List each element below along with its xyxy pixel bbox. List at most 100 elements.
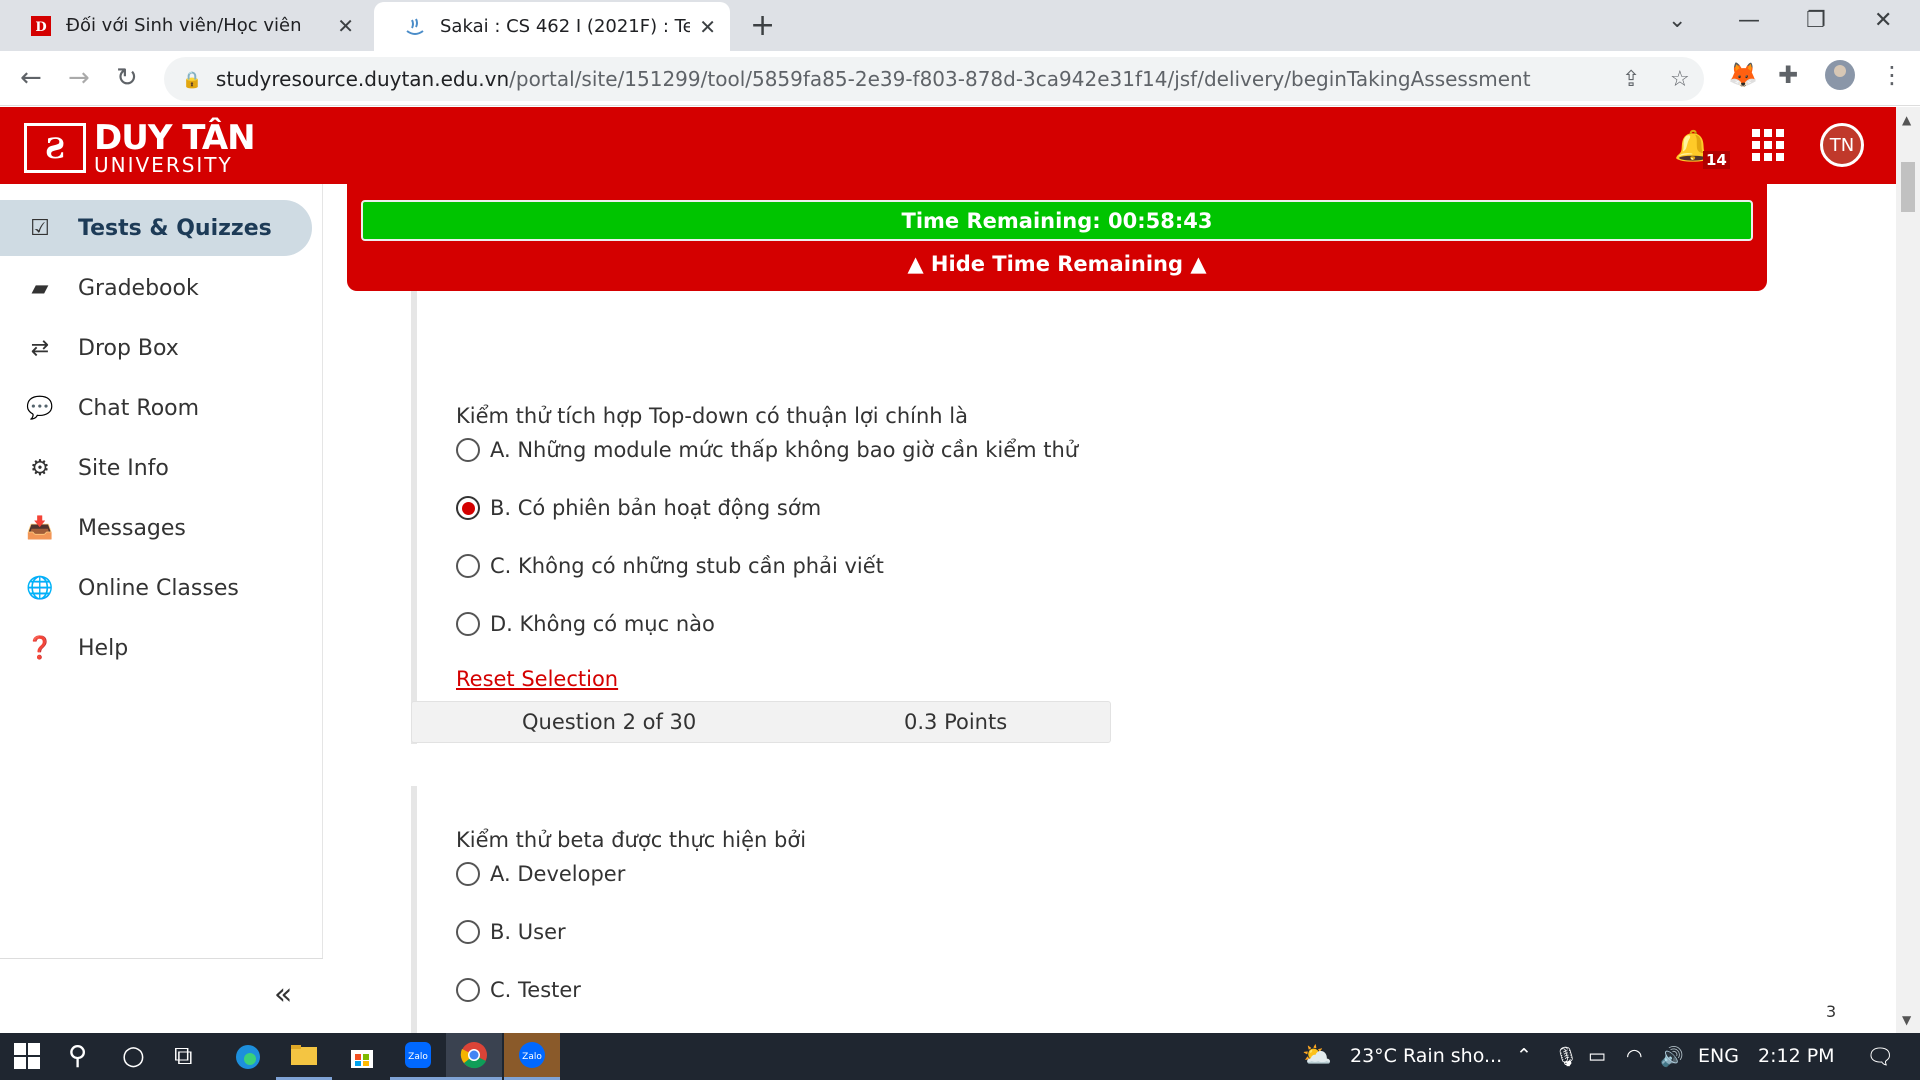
cortana-icon[interactable]: ○ [122, 1041, 145, 1071]
forward-icon[interactable]: → [68, 63, 90, 93]
question-2-text: Kiểm thử beta được thực hiện bởi [456, 828, 807, 852]
question-icon: ❓ [26, 635, 54, 661]
option-d[interactable]: D. Không có mục nào [456, 612, 715, 636]
sidebar-item-label: Help [78, 635, 129, 661]
sidebar-item-online-classes[interactable]: 🌐 Online Classes [0, 560, 312, 616]
page-scrollbar[interactable]: ▲ ▼ [1896, 107, 1920, 1033]
site-header: Ƨ DUY TÂN UNIVERSITY 🔔 14 TN [0, 107, 1920, 184]
sidebar-item-label: Online Classes [78, 575, 239, 601]
close-window-icon[interactable]: ✕ [1874, 8, 1892, 33]
browser-tab-duytan[interactable]: D Đối với Sinh viên/Học viên ✕ [0, 0, 368, 51]
minimize-icon[interactable]: — [1738, 8, 1760, 33]
new-tab-icon[interactable]: + [750, 8, 775, 43]
sidebar-item-label: Drop Box [78, 335, 179, 361]
show-hidden-icons-icon[interactable]: ⌃ [1516, 1045, 1532, 1067]
notifications-icon[interactable]: 🗨 [1866, 1045, 1894, 1070]
assessment-content: Kiểm thử tích hợp Top-down có thuận lợi … [324, 184, 1896, 1033]
apps-grid-icon[interactable] [1752, 129, 1784, 161]
language-indicator[interactable]: ENG [1698, 1045, 1739, 1067]
browser-menu-icon[interactable]: ⋮ [1880, 61, 1904, 89]
option-a[interactable]: A. Developer [456, 862, 625, 886]
close-tab-icon[interactable]: ✕ [337, 14, 354, 38]
bookmark-star-icon[interactable]: ☆ [1670, 67, 1690, 92]
radio-button[interactable] [456, 862, 480, 886]
address-bar[interactable]: 🔒 studyresource.duytan.edu.vn/portal/sit… [164, 57, 1704, 101]
sidebar-item-help[interactable]: ❓ Help [0, 620, 312, 676]
sidebar-item-label: Gradebook [78, 275, 199, 301]
clock[interactable]: 2:12 PM [1758, 1045, 1835, 1067]
browser-toolbar: ← → ↻ 🔒 studyresource.duytan.edu.vn/port… [0, 51, 1920, 106]
tab-title: Đối với Sinh viên/Học viên [66, 15, 302, 36]
task-view-icon[interactable]: ⧉ [174, 1041, 193, 1072]
sidebar-item-chat-room[interactable]: 💬 Chat Room [0, 380, 312, 436]
microsoft-store-icon[interactable] [334, 1033, 390, 1080]
svg-text:D: D [35, 20, 46, 35]
url-path: /portal/site/151299/tool/5859fa85-2e39-f… [509, 67, 1531, 91]
check-square-icon: ☑ [30, 215, 50, 241]
question-number: Question 2 of 30 [522, 710, 697, 734]
radio-button[interactable] [456, 612, 480, 636]
search-icon[interactable]: ⚲ [68, 1041, 87, 1071]
radio-button[interactable] [456, 978, 480, 1002]
radio-button[interactable] [456, 554, 480, 578]
sidebar-item-drop-box[interactable]: ⇄ Drop Box [0, 320, 312, 376]
battery-icon[interactable]: ▭ [1588, 1045, 1606, 1067]
radio-button-selected[interactable] [456, 496, 480, 520]
weather-text[interactable]: 23°C Rain sho... [1350, 1045, 1502, 1067]
tab-search-icon[interactable]: ⌄ [1668, 8, 1686, 33]
zalo-app-icon[interactable]: Zalo [504, 1033, 560, 1080]
restore-icon[interactable]: ❐ [1806, 8, 1826, 33]
radio-button[interactable] [456, 920, 480, 944]
exchange-icon: ⇄ [30, 335, 50, 361]
sidebar-item-messages[interactable]: 📥 Messages [0, 500, 312, 556]
question-2-header: Question 2 of 30 0.3 Points [411, 701, 1111, 743]
sidebar-item-site-info[interactable]: ⚙ Site Info [0, 440, 312, 496]
option-b[interactable]: B. User [456, 920, 566, 944]
svg-text:Zalo: Zalo [408, 1052, 428, 1062]
notification-count-badge: 14 [1703, 151, 1730, 169]
scroll-up-icon[interactable]: ▲ [1902, 113, 1911, 127]
close-tab-icon[interactable]: ✕ [699, 15, 716, 39]
timer-panel: Time Remaining: 00:58:43 ▲ Hide Time Rem… [347, 184, 1767, 291]
metamask-icon[interactable]: 🦊 [1728, 61, 1758, 89]
volume-icon[interactable]: 🔊 [1660, 1045, 1684, 1068]
book-icon: ▰ [31, 275, 49, 301]
sidebar-item-tests-quizzes[interactable]: ☑ Tests & Quizzes [0, 200, 312, 256]
chrome-icon[interactable] [446, 1033, 502, 1080]
question-1-text: Kiểm thử tích hợp Top-down có thuận lợi … [456, 404, 968, 428]
option-c[interactable]: C. Không có những stub cần phải viết [456, 554, 884, 578]
profile-avatar-icon[interactable] [1824, 59, 1856, 97]
weather-icon[interactable]: ⛅ [1302, 1041, 1332, 1069]
tool-sidebar: ☑ Tests & Quizzes ▰ Gradebook ⇄ Drop Box… [0, 184, 323, 1033]
sidebar-item-gradebook[interactable]: ▰ Gradebook [0, 260, 312, 316]
globe-icon: 🌐 [26, 575, 54, 601]
back-icon[interactable]: ← [20, 63, 42, 93]
edge-icon[interactable] [220, 1033, 276, 1080]
question-1: Kiểm thử tích hợp Top-down có thuận lợi … [411, 284, 1411, 744]
scroll-thumb[interactable] [1901, 162, 1915, 212]
reset-selection-link[interactable]: Reset Selection [456, 667, 618, 691]
option-c[interactable]: C. Tester [456, 978, 581, 1002]
zalo-icon[interactable]: Zalo [390, 1033, 446, 1080]
duytan-logo[interactable]: Ƨ DUY TÂN UNIVERSITY [24, 121, 256, 175]
duytan-favicon-icon: D [30, 15, 52, 37]
page-number: 3 [1826, 1002, 1837, 1021]
collapse-sidebar-icon[interactable]: « [274, 977, 292, 1012]
scroll-down-icon[interactable]: ▼ [1902, 1013, 1911, 1027]
hide-time-remaining-toggle[interactable]: ▲ Hide Time Remaining ▲ [347, 252, 1767, 276]
user-avatar[interactable]: TN [1820, 123, 1864, 167]
chat-icon: 💬 [26, 395, 54, 421]
lock-icon: 🔒 [182, 69, 202, 89]
wifi-icon[interactable]: ◠ [1626, 1045, 1643, 1067]
reload-icon[interactable]: ↻ [116, 63, 138, 93]
option-b[interactable]: B. Có phiên bản hoạt động sớm [456, 496, 821, 520]
share-icon[interactable]: ⇪ [1622, 67, 1640, 92]
extensions-puzzle-icon[interactable]: ✚ [1778, 61, 1798, 89]
file-explorer-icon[interactable] [276, 1033, 332, 1080]
browser-tab-sakai[interactable]: Sakai : CS 462 I (2021F) : Tests & ✕ [374, 2, 730, 51]
option-a[interactable]: A. Những module mức thấp không bao giờ c… [456, 438, 1078, 462]
option-label: B. Có phiên bản hoạt động sớm [490, 496, 822, 520]
radio-button[interactable] [456, 438, 480, 462]
microphone-icon[interactable]: 🎙 [1554, 1045, 1578, 1068]
windows-start-icon[interactable] [14, 1043, 40, 1076]
